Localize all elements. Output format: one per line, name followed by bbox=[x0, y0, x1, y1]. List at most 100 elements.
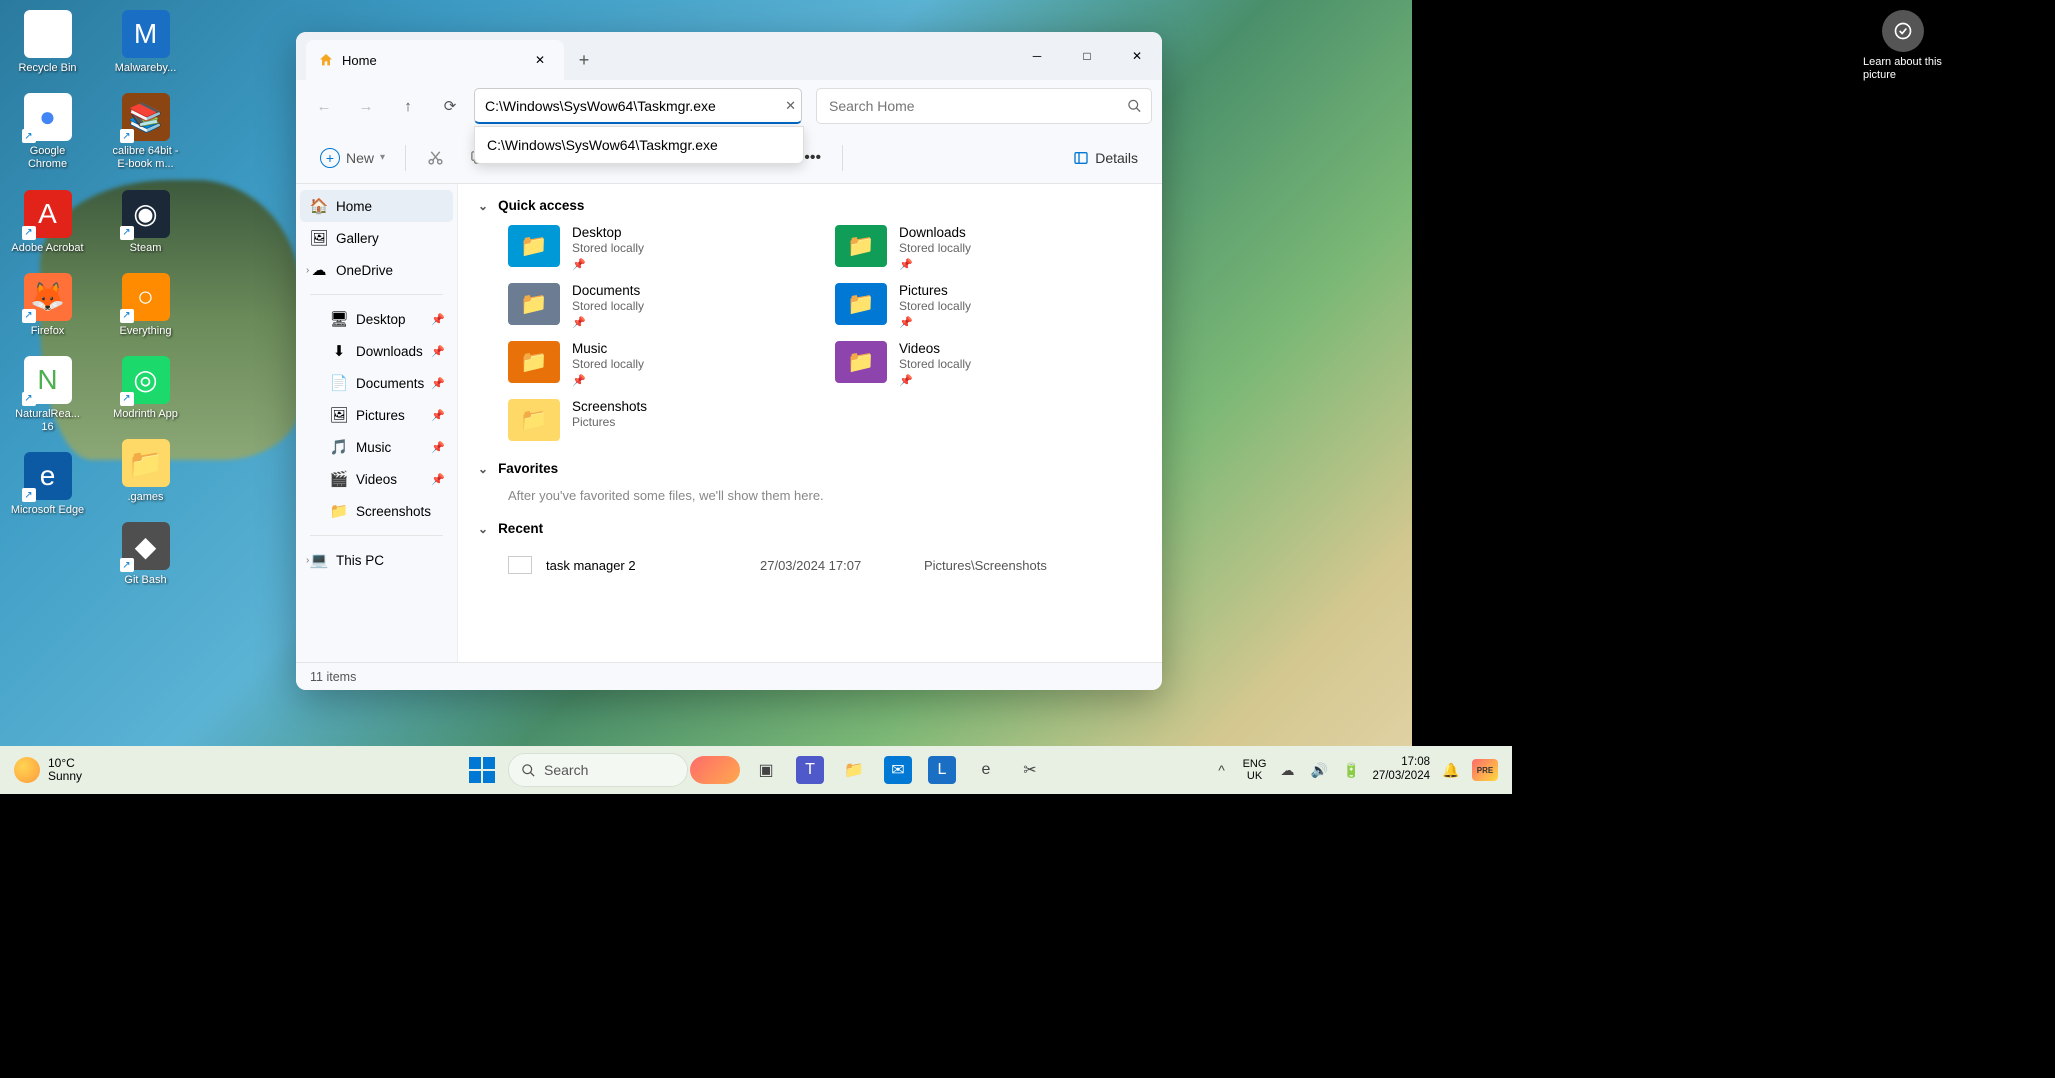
address-bar-container: ✕ C:\Windows\SysWow64\Taskmgr.exe bbox=[474, 88, 802, 124]
sidebar-item[interactable]: ›💻This PC bbox=[300, 544, 453, 576]
taskbar-app-mail[interactable]: ✉ bbox=[878, 750, 918, 790]
recent-file-row[interactable]: task manager 227/03/2024 17:07Pictures\S… bbox=[478, 548, 1142, 582]
language-indicator[interactable]: ENG UK bbox=[1243, 758, 1267, 782]
battery-tray-icon[interactable]: 🔋 bbox=[1340, 759, 1362, 781]
quick-access-grid: 📁DesktopStored locally📌 📁DownloadsStored … bbox=[478, 225, 1142, 441]
app-icon: ◎↗ bbox=[122, 356, 170, 404]
desktop-icon[interactable]: ●↗Google Chrome bbox=[10, 93, 85, 171]
search-highlight-icon[interactable] bbox=[690, 756, 740, 784]
sidebar-item[interactable]: 🎬Videos📌 bbox=[300, 463, 453, 495]
desktop-icon[interactable]: 📁.games bbox=[108, 439, 183, 504]
desktop-icon[interactable]: A↗Adobe Acrobat bbox=[10, 190, 85, 255]
tab-close-button[interactable]: ✕ bbox=[528, 48, 552, 72]
folder-icon: 🎵 bbox=[330, 438, 348, 456]
volume-tray-icon[interactable]: 🔊 bbox=[1308, 759, 1330, 781]
pin-icon: 📌 bbox=[572, 374, 644, 387]
taskbar-search[interactable]: Search bbox=[508, 753, 688, 787]
app-icon: ○↗ bbox=[122, 273, 170, 321]
learn-about-picture[interactable]: Learn about this picture bbox=[1863, 10, 1943, 82]
taskbar-app-edge[interactable]: e bbox=[966, 750, 1006, 790]
quick-access-item[interactable]: 📁VideosStored locally📌 bbox=[835, 341, 1142, 387]
maximize-button[interactable]: □ bbox=[1062, 32, 1112, 80]
quick-access-item[interactable]: 📁PicturesStored locally📌 bbox=[835, 283, 1142, 329]
desktop-icon[interactable]: MMalwareby... bbox=[108, 10, 183, 75]
details-button[interactable]: Details bbox=[1063, 144, 1148, 172]
favorites-header[interactable]: ⌄ Favorites bbox=[478, 461, 1142, 476]
desktop-icon[interactable]: 🗑Recycle Bin bbox=[10, 10, 85, 75]
learn-icon bbox=[1882, 10, 1924, 52]
app-icon: 📁 bbox=[122, 439, 170, 487]
sidebar-item[interactable]: ›☁OneDrive bbox=[300, 254, 453, 286]
cut-button[interactable] bbox=[416, 139, 454, 177]
refresh-button[interactable]: ⟳ bbox=[432, 88, 468, 124]
quick-access-item[interactable]: 📁MusicStored locally📌 bbox=[508, 341, 815, 387]
clock[interactable]: 17:08 27/03/2024 bbox=[1372, 756, 1430, 784]
tray-chevron-up[interactable]: ^ bbox=[1211, 759, 1233, 781]
folder-icon: 📁 bbox=[508, 225, 560, 267]
desktop-icon[interactable]: 🦊↗Firefox bbox=[10, 273, 85, 338]
content-pane: ⌄ Quick access 📁DesktopStored locally📌📁D… bbox=[458, 184, 1162, 662]
desktop-icon[interactable]: ◎↗Modrinth App bbox=[108, 356, 183, 421]
weather-widget[interactable]: 10°C Sunny bbox=[14, 757, 82, 783]
new-button[interactable]: + New ▾ bbox=[310, 142, 395, 174]
titlebar[interactable]: Home ✕ + ─ □ ✕ bbox=[296, 32, 1162, 80]
sidebar-item[interactable]: 🖥Desktop📌 bbox=[300, 303, 453, 335]
snip-icon: ✂ bbox=[1016, 756, 1044, 784]
details-icon bbox=[1073, 150, 1089, 166]
recent-header[interactable]: ⌄ Recent bbox=[478, 521, 1142, 536]
sidebar-item[interactable]: 🏠Home bbox=[300, 190, 453, 222]
taskbar-app-app-l[interactable]: L bbox=[922, 750, 962, 790]
address-suggestion-item[interactable]: C:\Windows\SysWow64\Taskmgr.exe bbox=[475, 127, 803, 163]
mail-icon: ✉ bbox=[884, 756, 912, 784]
desktop-icon[interactable]: N↗NaturalRea... 16 bbox=[10, 356, 85, 434]
app-icon: ◉↗ bbox=[122, 190, 170, 238]
back-button[interactable]: ← bbox=[306, 88, 342, 124]
taskbar: 10°C Sunny Search ▣T📁 ✉ Le ✂ ^ ENG UK ☁ 🔊 🔋… bbox=[0, 746, 1512, 794]
desktop-icon[interactable]: ○↗Everything bbox=[108, 273, 183, 338]
taskbar-app-task-view[interactable]: ▣ bbox=[746, 750, 786, 790]
forward-button[interactable]: → bbox=[348, 88, 384, 124]
folder-icon: 📄 bbox=[330, 374, 348, 392]
desktop-icon[interactable]: ◉↗Steam bbox=[108, 190, 183, 255]
sidebar-item[interactable]: ⬇Downloads📌 bbox=[300, 335, 453, 367]
sidebar-item[interactable]: 🎵Music📌 bbox=[300, 431, 453, 463]
minimize-button[interactable]: ─ bbox=[1012, 32, 1062, 80]
file-explorer-window: Home ✕ + ─ □ ✕ ← → ↑ ⟳ ✕ C:\Windows\SysW… bbox=[296, 32, 1162, 690]
pin-icon: 📌 bbox=[431, 313, 445, 326]
tab-home[interactable]: Home ✕ bbox=[306, 40, 564, 80]
search-input[interactable] bbox=[816, 88, 1152, 124]
start-button[interactable] bbox=[462, 750, 502, 790]
recent-list: task manager 227/03/2024 17:07Pictures\S… bbox=[478, 548, 1142, 582]
sidebar-item[interactable]: 🖼Gallery bbox=[300, 222, 453, 254]
desktop-icon[interactable]: ◆↗Git Bash bbox=[108, 522, 183, 587]
search-icon bbox=[521, 763, 536, 778]
desktop-icon[interactable]: e↗Microsoft Edge bbox=[10, 452, 85, 517]
quick-access-header[interactable]: ⌄ Quick access bbox=[478, 198, 1142, 213]
notifications-tray-icon[interactable]: 🔔 bbox=[1440, 759, 1462, 781]
sidebar-item[interactable]: 📁Screenshots bbox=[300, 495, 453, 527]
onedrive-tray-icon[interactable]: ☁ bbox=[1276, 759, 1298, 781]
address-clear-button[interactable]: ✕ bbox=[785, 98, 796, 114]
quick-access-item[interactable]: 📁ScreenshotsPictures bbox=[508, 399, 815, 441]
image-icon bbox=[508, 556, 532, 574]
taskbar-app-explorer[interactable]: 📁 bbox=[834, 750, 874, 790]
edge-icon: e bbox=[972, 756, 1000, 784]
desktop-icon[interactable]: 📚↗calibre 64bit - E-book m... bbox=[108, 93, 183, 171]
folder-icon: 📁 bbox=[835, 225, 887, 267]
pre-badge-icon[interactable]: PRE bbox=[1472, 759, 1498, 781]
item-count: 11 items bbox=[310, 670, 356, 684]
sidebar-item[interactable]: 📄Documents📌 bbox=[300, 367, 453, 399]
address-bar[interactable] bbox=[474, 88, 802, 124]
taskbar-app-teams[interactable]: T bbox=[790, 750, 830, 790]
quick-access-item[interactable]: 📁DocumentsStored locally📌 bbox=[508, 283, 815, 329]
up-button[interactable]: ↑ bbox=[390, 88, 426, 124]
taskbar-apps: ▣T📁 ✉ Le ✂ bbox=[746, 750, 1050, 790]
windows-logo-icon bbox=[469, 757, 495, 783]
quick-access-item[interactable]: 📁DownloadsStored locally📌 bbox=[835, 225, 1142, 271]
sidebar-item[interactable]: 🖼Pictures📌 bbox=[300, 399, 453, 431]
new-tab-button[interactable]: + bbox=[564, 40, 604, 80]
pin-icon: 📌 bbox=[899, 258, 971, 271]
quick-access-item[interactable]: 📁DesktopStored locally📌 bbox=[508, 225, 815, 271]
close-button[interactable]: ✕ bbox=[1112, 32, 1162, 80]
taskbar-app-snip[interactable]: ✂ bbox=[1010, 750, 1050, 790]
